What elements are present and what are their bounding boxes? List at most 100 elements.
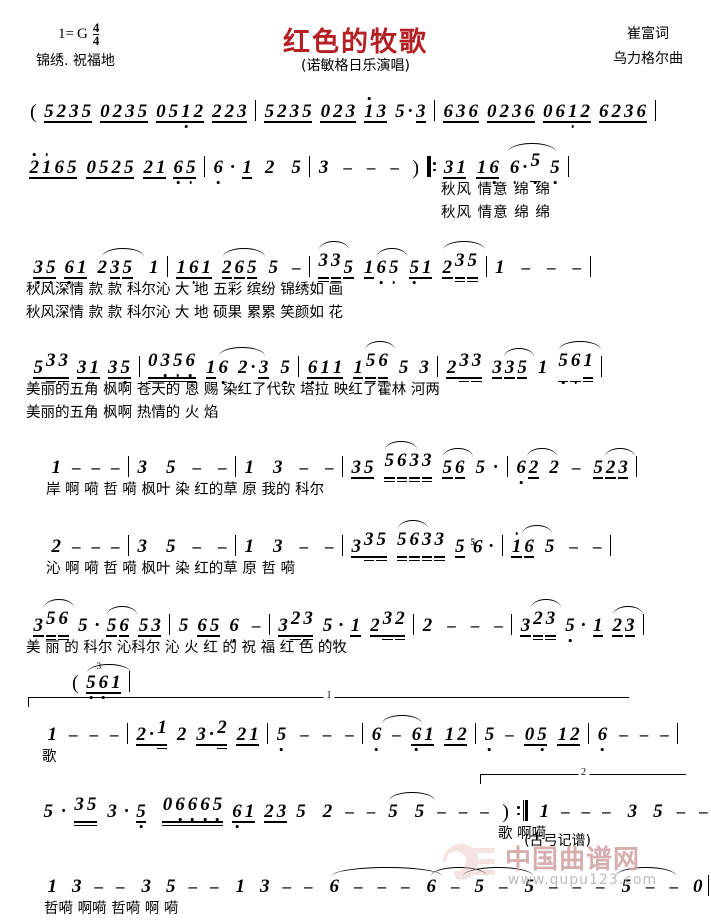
beam-group: 265 <box>221 248 265 279</box>
beam-group: 61 <box>64 257 87 279</box>
beam-group: 161 <box>175 257 212 279</box>
beam-group: 31 <box>443 157 467 179</box>
slur <box>385 441 417 450</box>
beam-group: 232 <box>369 608 405 641</box>
lyric-line-1: 秋风 情意 绵 绵 <box>441 182 551 198</box>
slur <box>443 241 485 250</box>
slur <box>431 867 487 876</box>
beam-group: 35 <box>33 257 56 279</box>
barline <box>255 100 257 121</box>
open-paren: ( <box>72 672 79 694</box>
beam-group: 56 <box>441 448 473 479</box>
triplet-marker: 3 <box>96 661 102 671</box>
system-1: ( 5235 0235 0512 223 5235 023 13 5 · 3 6… <box>22 86 689 123</box>
barline <box>309 156 311 177</box>
beam-group: 3 <box>258 357 269 379</box>
beam-group: 21 <box>236 724 260 746</box>
lyric-line-1: 沁 啊 嗬 哲 嗬 枫叶 染 红的草 原 哲 嗬 <box>46 561 296 577</box>
barline <box>485 256 487 277</box>
note-row: 1 – – – 3 5 – – 1 3 – – 35 5633 56 5 · 6… <box>22 440 689 483</box>
system-2: 2165 0525 21 65 6 · 1 2 5 3 – – – ) 31 1… <box>22 140 689 224</box>
lyric-row-2: 秋风 情意 绵 绵 <box>22 201 689 224</box>
beam-group: 62 <box>515 448 557 479</box>
barline <box>167 256 168 277</box>
beam-group: 13 <box>363 101 387 123</box>
lyric-line-1: 秋风深情 款 款 科尔沁 大 地 五彩 缤纷 锦绣如 画 <box>26 282 343 298</box>
beam-group: 51 <box>409 257 432 279</box>
barline <box>589 256 591 277</box>
barline <box>511 614 513 635</box>
beam-group: 6236 <box>598 101 647 123</box>
beam-group: 53 <box>138 615 162 637</box>
barline <box>235 535 236 556</box>
beam-group: 3 · 2 <box>195 717 228 750</box>
slur <box>531 599 562 608</box>
slur <box>503 348 534 357</box>
slur <box>613 606 644 615</box>
beam-group: 335 <box>350 529 387 562</box>
barline <box>138 356 140 377</box>
barline <box>434 100 436 121</box>
system-4: 533 31 35 0356 16 2 · 3 5 611 156 5 3 23… <box>22 340 689 424</box>
barline <box>267 723 269 744</box>
beam-group: 65 <box>173 157 196 179</box>
barline <box>298 356 300 377</box>
beam-group: 16 <box>205 347 265 379</box>
beam-group: 2165 <box>29 157 77 179</box>
note-row: 35 61 235 1 161 265 5 – 335 165 5 1 2 3 … <box>22 240 689 283</box>
credits: 崔富词 乌力格尔曲 <box>613 22 683 71</box>
lyric-row-1: 歌 <box>22 745 689 768</box>
barline <box>342 456 343 477</box>
barline <box>362 723 364 744</box>
beam-group: 5633 <box>396 520 446 562</box>
lyric-line-1: 美丽的五角 枫啊 苍天的 恩 赐 染红了代钦 塔拉 映红了霍林 河两 <box>26 382 440 398</box>
beam-group: 6 · 5 <box>508 143 557 183</box>
slur <box>107 606 138 615</box>
beam-group: 23 <box>611 606 644 637</box>
beam-group: 12 <box>444 724 468 746</box>
beam-group: 335 <box>491 348 534 379</box>
beam-group: 323 <box>519 599 562 641</box>
lyric-row-1: 沁 啊 嗬 哲 嗬 枫叶 染 红的草 原 哲 嗬 <box>22 557 689 580</box>
barline <box>169 614 171 635</box>
pickup-row: ( 561 3 <box>22 661 689 694</box>
barline <box>342 535 343 556</box>
lyric-row-1: 秋风深情 款 款 科尔沁 大 地 五彩 缤纷 锦绣如 画 <box>22 278 689 301</box>
lyric-line-2: 秋风深情 款 款 科尔沁 大 地 硕果 累累 笑颜如 花 <box>26 305 343 321</box>
close-paren: ) <box>502 801 509 823</box>
beam-group: 35 <box>351 457 374 479</box>
note-row: 1 3 – – 3 5 – – 1 3 – – 6 – – – 6 – 5 – … <box>22 859 711 897</box>
slur <box>397 520 428 529</box>
slur <box>102 248 144 257</box>
note-row: 2165 0525 21 65 6 · 1 2 5 3 – – – ) 31 1… <box>22 140 689 183</box>
beam-group: 611 <box>307 357 343 379</box>
open-paren: ( <box>30 101 37 123</box>
lyric-row-1: 秋风 情意 绵 绵 <box>22 178 689 201</box>
beam-group: 323 <box>277 608 313 641</box>
slur <box>222 248 265 257</box>
beam-group: 223 <box>211 101 247 123</box>
barline <box>502 535 504 556</box>
beam-group: 6 – <box>370 715 423 745</box>
barline <box>475 723 477 744</box>
beam-group: 0612 <box>542 101 591 123</box>
barline <box>654 100 656 121</box>
slur <box>616 867 676 876</box>
slur <box>319 241 349 250</box>
beam-group: 165 <box>363 248 407 279</box>
lyric-line-2: 美丽的五角 枫啊 热情的 火 焰 <box>26 405 219 421</box>
transcriber-credit: (古弓记谱) <box>524 833 591 849</box>
beam-group: 5 – – 0 <box>616 867 704 897</box>
beam-group: 5633 <box>383 441 433 483</box>
note-row: 1 – – – 2 · 1 2 3 · 2 21 5 – – – 6 – 61 12 5… <box>22 707 689 750</box>
beam-group: 5 – – – <box>463 867 606 897</box>
beam-group: 0235 <box>99 101 148 123</box>
beam-group: 21 <box>143 157 166 179</box>
barline <box>636 456 638 477</box>
repeat-start <box>425 156 438 177</box>
lyric-line-1: 歌 <box>42 749 57 765</box>
lyricist-label: 崔富词 <box>627 26 669 42</box>
beam-group: 356 <box>32 599 74 641</box>
beam-group: 636 <box>443 101 479 123</box>
lyric-row-1: 美 丽 的 科尔 沁科尔 沁 火 红 的 祝 福 红 色 的牧 <box>22 636 689 659</box>
